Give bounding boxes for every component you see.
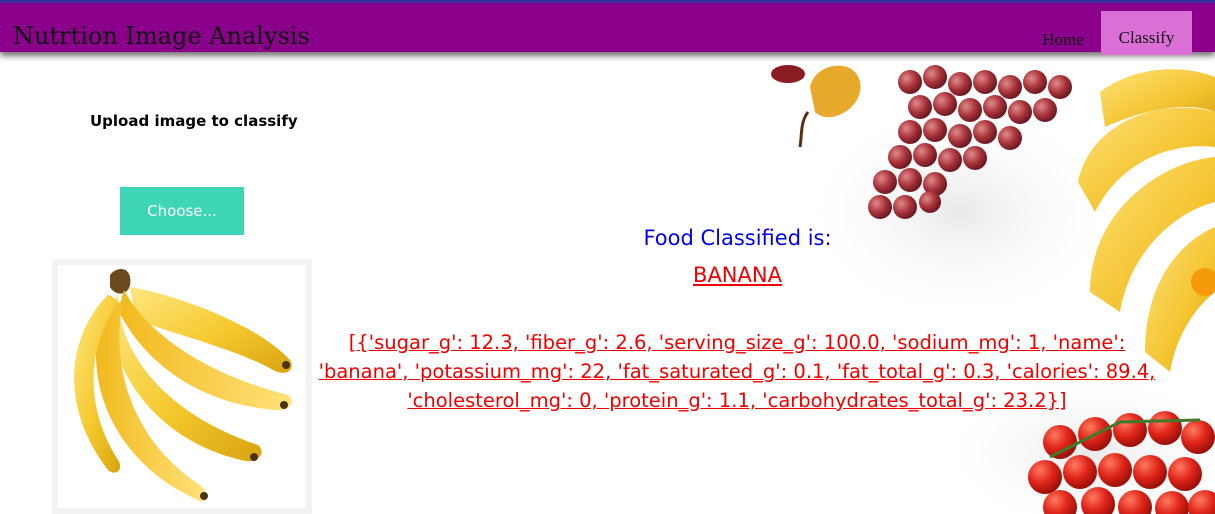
image-preview bbox=[52, 259, 312, 514]
brand-title[interactable]: Nutrtion Image Analysis bbox=[13, 21, 310, 51]
nutrition-result-text[interactable]: [{'sugar_g': 12.3, 'fiber_g': 2.6, 'serv… bbox=[312, 328, 1162, 415]
choose-file-button[interactable]: Choose... bbox=[120, 187, 244, 235]
result-title: Food Classified is: bbox=[643, 226, 832, 250]
nav-classify-link[interactable]: Classify bbox=[1101, 11, 1192, 55]
classified-food-name[interactable]: BANANA bbox=[560, 263, 915, 287]
top-navbar: Nutrtion Image Analysis Home Classify bbox=[0, 0, 1215, 55]
upload-label: Upload image to classify bbox=[90, 112, 298, 130]
nav-home-link[interactable]: Home bbox=[1030, 25, 1096, 55]
banana-image bbox=[74, 269, 292, 502]
